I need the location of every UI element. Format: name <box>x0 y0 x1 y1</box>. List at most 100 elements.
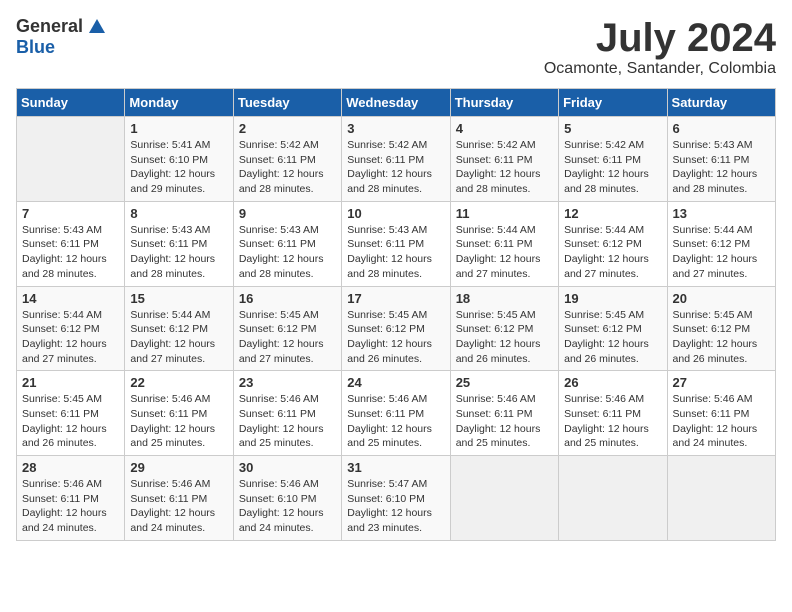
day-number: 31 <box>347 460 444 475</box>
day-info: Sunrise: 5:46 AM Sunset: 6:10 PM Dayligh… <box>239 477 336 536</box>
day-number: 25 <box>456 375 553 390</box>
calendar-cell <box>667 456 775 541</box>
calendar-cell: 18Sunrise: 5:45 AM Sunset: 6:12 PM Dayli… <box>450 286 558 371</box>
calendar-cell: 20 Sunrise: 5:45 AM Sunset: 6:12 PM Dayli… <box>667 286 775 371</box>
col-header-friday: Friday <box>559 89 667 117</box>
calendar-cell: 29 Sunrise: 5:46 AM Sunset: 6:11 PM Dayli… <box>125 456 233 541</box>
day-info: Sunrise: 5:46 AM Sunset: 6:11 PM Dayligh… <box>456 392 553 451</box>
calendar-cell: 30 Sunrise: 5:46 AM Sunset: 6:10 PM Dayli… <box>233 456 341 541</box>
day-info: Sunrise: 5:42 AM Sunset: 6:11 PM Dayligh… <box>239 138 336 197</box>
col-header-tuesday: Tuesday <box>233 89 341 117</box>
col-header-sunday: Sunday <box>17 89 125 117</box>
day-number: 23 <box>239 375 336 390</box>
day-info: Sunrise: 5:44 AM Sunset: 6:11 PM Dayligh… <box>456 223 553 282</box>
day-number: 8 <box>130 206 227 221</box>
logo-icon <box>87 17 107 37</box>
day-number: 14 <box>22 291 119 306</box>
day-number: 20 <box>673 291 770 306</box>
day-info: Sunrise: 5:43 AM Sunset: 6:11 PM Dayligh… <box>347 223 444 282</box>
col-header-wednesday: Wednesday <box>342 89 450 117</box>
day-number: 7 <box>22 206 119 221</box>
logo-general-text: General <box>16 16 83 37</box>
calendar-cell: 26 Sunrise: 5:46 AM Sunset: 6:11 PM Dayli… <box>559 371 667 456</box>
day-info: Sunrise: 5:45 AM Sunset: 6:11 PM Dayligh… <box>22 392 119 451</box>
day-info: Sunrise: 5:46 AM Sunset: 6:11 PM Dayligh… <box>130 392 227 451</box>
calendar-cell: 25 Sunrise: 5:46 AM Sunset: 6:11 PM Dayli… <box>450 371 558 456</box>
day-info: Sunrise: 5:42 AM Sunset: 6:11 PM Dayligh… <box>564 138 661 197</box>
calendar-week-row: 1Sunrise: 5:41 AM Sunset: 6:10 PM Daylig… <box>17 117 776 202</box>
calendar-cell: 12 Sunrise: 5:44 AM Sunset: 6:12 PM Dayli… <box>559 201 667 286</box>
calendar-cell: 10 Sunrise: 5:43 AM Sunset: 6:11 PM Dayli… <box>342 201 450 286</box>
day-number: 19 <box>564 291 661 306</box>
calendar-cell: 5 Sunrise: 5:42 AM Sunset: 6:11 PM Daylig… <box>559 117 667 202</box>
day-info: Sunrise: 5:43 AM Sunset: 6:11 PM Dayligh… <box>673 138 770 197</box>
calendar-cell <box>17 117 125 202</box>
day-number: 1 <box>130 121 227 136</box>
day-number: 5 <box>564 121 661 136</box>
calendar-cell: 1Sunrise: 5:41 AM Sunset: 6:10 PM Daylig… <box>125 117 233 202</box>
calendar-cell: 4 Sunrise: 5:42 AM Sunset: 6:11 PM Daylig… <box>450 117 558 202</box>
calendar-cell: 9Sunrise: 5:43 AM Sunset: 6:11 PM Daylig… <box>233 201 341 286</box>
day-number: 13 <box>673 206 770 221</box>
day-info: Sunrise: 5:46 AM Sunset: 6:11 PM Dayligh… <box>239 392 336 451</box>
day-number: 26 <box>564 375 661 390</box>
day-number: 21 <box>22 375 119 390</box>
calendar-week-row: 7 Sunrise: 5:43 AM Sunset: 6:11 PM Daylig… <box>17 201 776 286</box>
day-number: 17 <box>347 291 444 306</box>
calendar-header-row: SundayMondayTuesdayWednesdayThursdayFrid… <box>17 89 776 117</box>
calendar-cell: 15Sunrise: 5:44 AM Sunset: 6:12 PM Dayli… <box>125 286 233 371</box>
calendar-cell: 11Sunrise: 5:44 AM Sunset: 6:11 PM Dayli… <box>450 201 558 286</box>
day-info: Sunrise: 5:46 AM Sunset: 6:11 PM Dayligh… <box>22 477 119 536</box>
location-title: Ocamonte, Santander, Colombia <box>544 60 776 78</box>
day-info: Sunrise: 5:44 AM Sunset: 6:12 PM Dayligh… <box>673 223 770 282</box>
calendar-cell: 19Sunrise: 5:45 AM Sunset: 6:12 PM Dayli… <box>559 286 667 371</box>
calendar-cell <box>450 456 558 541</box>
day-number: 29 <box>130 460 227 475</box>
day-number: 2 <box>239 121 336 136</box>
calendar-week-row: 14Sunrise: 5:44 AM Sunset: 6:12 PM Dayli… <box>17 286 776 371</box>
day-info: Sunrise: 5:45 AM Sunset: 6:12 PM Dayligh… <box>673 308 770 367</box>
day-number: 3 <box>347 121 444 136</box>
col-header-saturday: Saturday <box>667 89 775 117</box>
day-info: Sunrise: 5:44 AM Sunset: 6:12 PM Dayligh… <box>564 223 661 282</box>
month-title: July 2024 <box>544 16 776 60</box>
day-number: 22 <box>130 375 227 390</box>
calendar-cell: 27 Sunrise: 5:46 AM Sunset: 6:11 PM Dayli… <box>667 371 775 456</box>
day-info: Sunrise: 5:46 AM Sunset: 6:11 PM Dayligh… <box>673 392 770 451</box>
page-header: General Blue July 2024 Ocamonte, Santand… <box>16 16 776 78</box>
day-info: Sunrise: 5:43 AM Sunset: 6:11 PM Dayligh… <box>130 223 227 282</box>
day-number: 9 <box>239 206 336 221</box>
title-block: July 2024 Ocamonte, Santander, Colombia <box>544 16 776 78</box>
day-number: 12 <box>564 206 661 221</box>
calendar-cell: 23 Sunrise: 5:46 AM Sunset: 6:11 PM Dayli… <box>233 371 341 456</box>
calendar-cell: 7Sunrise: 5:43 AM Sunset: 6:11 PM Daylig… <box>17 201 125 286</box>
calendar-cell: 28 Sunrise: 5:46 AM Sunset: 6:11 PM Dayli… <box>17 456 125 541</box>
calendar-cell: 13 Sunrise: 5:44 AM Sunset: 6:12 PM Dayli… <box>667 201 775 286</box>
day-info: Sunrise: 5:46 AM Sunset: 6:11 PM Dayligh… <box>564 392 661 451</box>
calendar-cell: 24Sunrise: 5:46 AM Sunset: 6:11 PM Dayli… <box>342 371 450 456</box>
calendar-cell: 21 Sunrise: 5:45 AM Sunset: 6:11 PM Dayli… <box>17 371 125 456</box>
calendar-cell: 2 Sunrise: 5:42 AM Sunset: 6:11 PM Daylig… <box>233 117 341 202</box>
col-header-thursday: Thursday <box>450 89 558 117</box>
calendar-cell: 16Sunrise: 5:45 AM Sunset: 6:12 PM Dayli… <box>233 286 341 371</box>
day-info: Sunrise: 5:45 AM Sunset: 6:12 PM Dayligh… <box>456 308 553 367</box>
day-number: 24 <box>347 375 444 390</box>
calendar-cell <box>559 456 667 541</box>
day-number: 27 <box>673 375 770 390</box>
day-number: 15 <box>130 291 227 306</box>
day-number: 6 <box>673 121 770 136</box>
day-info: Sunrise: 5:42 AM Sunset: 6:11 PM Dayligh… <box>347 138 444 197</box>
day-number: 30 <box>239 460 336 475</box>
col-header-monday: Monday <box>125 89 233 117</box>
calendar-cell: 6 Sunrise: 5:43 AM Sunset: 6:11 PM Daylig… <box>667 117 775 202</box>
logo: General Blue <box>16 16 107 58</box>
day-number: 28 <box>22 460 119 475</box>
day-number: 4 <box>456 121 553 136</box>
day-info: Sunrise: 5:42 AM Sunset: 6:11 PM Dayligh… <box>456 138 553 197</box>
calendar-cell: 14Sunrise: 5:44 AM Sunset: 6:12 PM Dayli… <box>17 286 125 371</box>
logo-blue-text: Blue <box>16 37 55 58</box>
day-number: 10 <box>347 206 444 221</box>
calendar-cell: 8 Sunrise: 5:43 AM Sunset: 6:11 PM Daylig… <box>125 201 233 286</box>
calendar-cell: 3 Sunrise: 5:42 AM Sunset: 6:11 PM Daylig… <box>342 117 450 202</box>
day-info: Sunrise: 5:46 AM Sunset: 6:11 PM Dayligh… <box>130 477 227 536</box>
